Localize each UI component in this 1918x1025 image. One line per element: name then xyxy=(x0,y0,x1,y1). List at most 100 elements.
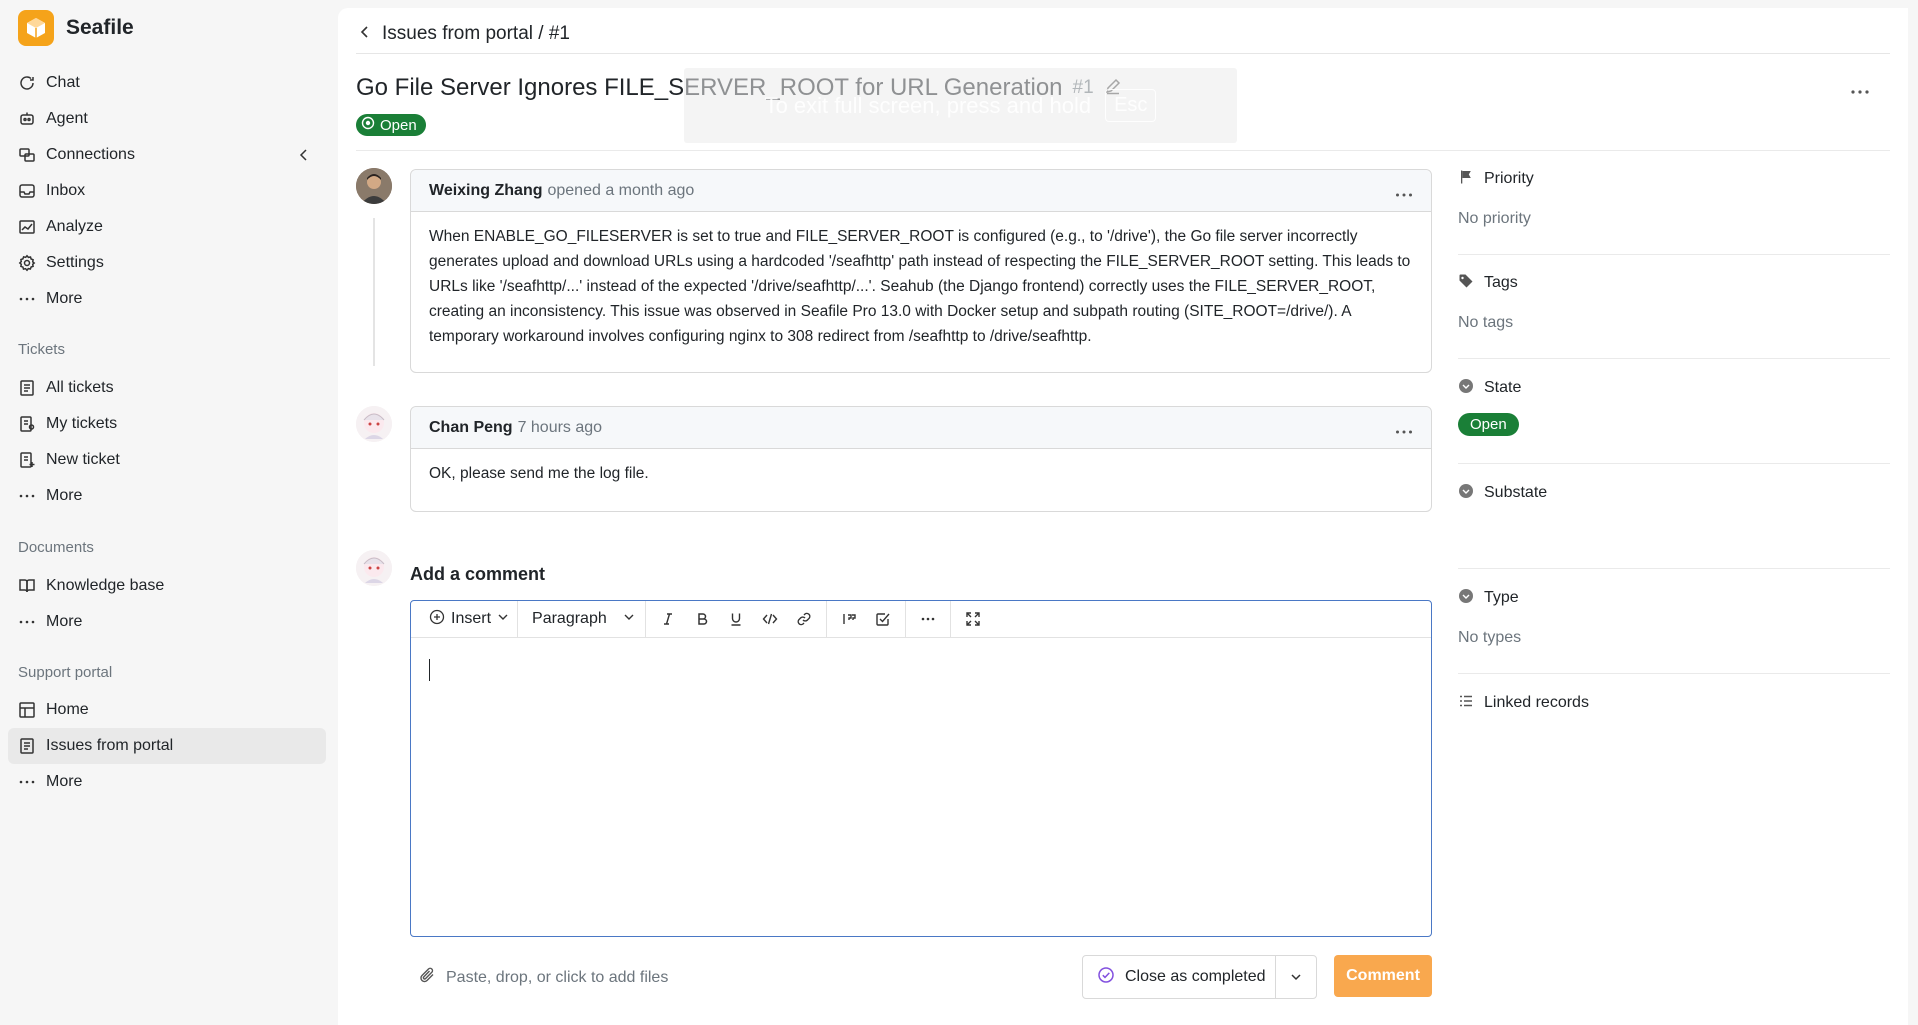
issue-more-icon[interactable] xyxy=(1850,84,1870,94)
sidebar-item-more[interactable]: More xyxy=(8,281,326,317)
breadcrumb-text[interactable]: Issues from portal / #1 xyxy=(382,23,570,45)
sidebar-item-all-tickets[interactable]: All tickets xyxy=(8,370,326,406)
sidebar-item-agent[interactable]: Agent xyxy=(8,101,326,137)
bold-icon[interactable] xyxy=(688,605,716,633)
sidebar-item-label: Knowledge base xyxy=(46,577,165,594)
substate-section[interactable]: Substate xyxy=(1458,482,1890,504)
sidebar-item-support-more[interactable]: More xyxy=(8,764,326,800)
sidebar-item-analyze[interactable]: Analyze xyxy=(8,209,326,245)
sidebar-item-knowledge-base[interactable]: Knowledge base xyxy=(8,568,326,604)
checklist-icon[interactable] xyxy=(869,605,897,633)
code-icon[interactable] xyxy=(756,605,784,633)
priority-label: Priority xyxy=(1484,170,1534,187)
close-as-completed-split-button: Close as completed xyxy=(1082,955,1317,999)
brand[interactable]: Seafile xyxy=(18,10,134,46)
type-section[interactable]: Type No types xyxy=(1458,587,1890,647)
state-section[interactable]: State Open xyxy=(1458,377,1890,436)
analyze-icon xyxy=(18,218,36,236)
expand-group xyxy=(951,601,995,638)
tag-icon xyxy=(1458,273,1474,294)
fullscreen-icon[interactable] xyxy=(959,605,987,633)
inbox-icon xyxy=(18,182,36,200)
avatar-current-user xyxy=(356,550,392,586)
book-icon xyxy=(18,577,36,595)
comment-author[interactable]: Chan Peng xyxy=(429,419,513,437)
priority-section[interactable]: Priority No priority xyxy=(1458,168,1890,228)
fullscreen-hint-key: Esc xyxy=(1105,89,1157,122)
paragraph-group: Paragraph xyxy=(518,600,646,638)
substate-dropdown-icon xyxy=(1458,483,1474,504)
sidebar-item-new-ticket[interactable]: New ticket xyxy=(8,442,326,478)
sidebar-item-documents-more[interactable]: More xyxy=(8,604,326,640)
divider xyxy=(1458,358,1890,359)
comment-editor[interactable]: Insert Paragraph xyxy=(410,600,1432,937)
attach-files[interactable]: Paste, drop, or click to add files xyxy=(418,966,668,989)
sidebar-item-chat[interactable]: Chat xyxy=(8,65,326,101)
sidebar-item-settings[interactable]: Settings xyxy=(8,245,326,281)
comment-more-icon[interactable] xyxy=(1395,423,1413,434)
sidebar-item-inbox[interactable]: Inbox xyxy=(8,173,326,209)
close-label: Close as completed xyxy=(1125,968,1266,985)
link-icon[interactable] xyxy=(790,605,818,633)
linked-records-label: Linked records xyxy=(1484,694,1589,711)
more-icon[interactable] xyxy=(914,605,942,633)
sidebar-item-label: Inbox xyxy=(46,182,86,199)
comment-time: opened a month ago xyxy=(547,181,695,199)
block-group xyxy=(827,600,906,638)
close-as-completed-button[interactable]: Close as completed xyxy=(1083,956,1276,998)
back-chevron-icon[interactable] xyxy=(358,23,372,45)
italic-icon[interactable] xyxy=(654,605,682,633)
comment-more-icon[interactable] xyxy=(1395,186,1413,197)
linked-records-section[interactable]: Linked records xyxy=(1458,692,1890,714)
divider xyxy=(356,53,1890,54)
tags-label: Tags xyxy=(1484,274,1518,291)
close-options-chevron-icon[interactable] xyxy=(1276,956,1316,998)
avatar-weixing-zhang[interactable] xyxy=(356,168,392,204)
sidebar-item-label: New ticket xyxy=(46,451,120,468)
tags-section[interactable]: Tags No tags xyxy=(1458,272,1890,332)
tags-value: No tags xyxy=(1458,314,1514,331)
text-caret xyxy=(429,659,430,681)
comment-body: When ENABLE_GO_FILESERVER is set to true… xyxy=(429,228,1411,345)
status-badge: Open xyxy=(356,114,426,136)
timeline-line xyxy=(373,218,375,366)
underline-icon[interactable] xyxy=(722,605,750,633)
comment-header: Weixing Zhang opened a month ago xyxy=(411,170,1431,212)
state-badge: Open xyxy=(1458,413,1519,436)
sidebar-item-label: Analyze xyxy=(46,218,103,235)
divider xyxy=(1458,463,1890,464)
sidebar-item-home[interactable]: Home xyxy=(8,692,326,728)
collapse-chevron-icon[interactable] xyxy=(296,147,312,163)
quote-icon[interactable] xyxy=(835,605,863,633)
insert-button[interactable]: Insert xyxy=(451,610,491,628)
sidebar-item-label: More xyxy=(46,773,83,790)
more-icon xyxy=(18,773,36,791)
sidebar-item-issues-from-portal[interactable]: Issues from portal xyxy=(8,728,326,764)
comment-card: Chan Peng 7 hours ago OK, please send me… xyxy=(410,406,1432,512)
sidebar-item-tickets-more[interactable]: More xyxy=(8,478,326,514)
chevron-down-icon xyxy=(497,610,509,628)
comment-author[interactable]: Weixing Zhang xyxy=(429,182,542,200)
editor-toolbar: Insert Paragraph xyxy=(411,600,1431,638)
sidebar: Seafile Chat Agent Connections Inbox Ana… xyxy=(0,0,338,1025)
paragraph-dropdown[interactable]: Paragraph xyxy=(532,610,607,628)
section-title-support-portal: Support portal xyxy=(18,664,113,681)
sidebar-item-connections[interactable]: Connections xyxy=(8,137,326,173)
agent-icon xyxy=(18,110,36,128)
sidebar-item-label: Chat xyxy=(46,74,80,91)
type-value: No types xyxy=(1458,629,1522,646)
connections-icon xyxy=(18,146,36,164)
avatar-chan-peng[interactable] xyxy=(356,406,392,442)
section-title-documents: Documents xyxy=(18,539,94,556)
list-icon xyxy=(18,379,36,397)
comment-body: OK, please send me the log file. xyxy=(429,465,649,482)
insert-group: Insert xyxy=(421,600,519,638)
breadcrumb[interactable]: Issues from portal / #1 xyxy=(358,18,570,50)
sidebar-item-label: Connections xyxy=(46,146,135,163)
app-name: Seafile xyxy=(66,16,134,39)
sidebar-item-label: All tickets xyxy=(46,379,114,396)
fullscreen-exit-hint: To exit full screen, press and hold Esc xyxy=(684,68,1237,143)
status-text: Open xyxy=(380,116,417,134)
comment-submit-button[interactable]: Comment xyxy=(1334,955,1432,997)
sidebar-item-my-tickets[interactable]: My tickets xyxy=(8,406,326,442)
